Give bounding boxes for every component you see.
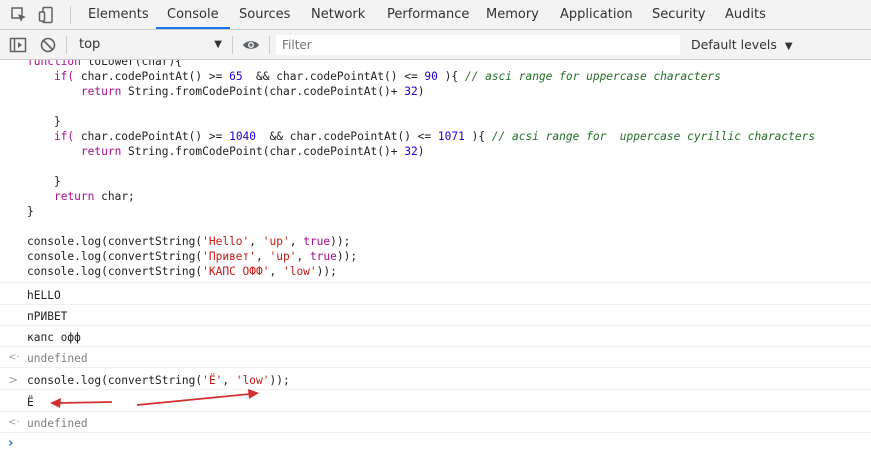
code-line: console.log(convertString('Hello', 'up',… bbox=[27, 235, 351, 248]
tab-sources[interactable]: Sources bbox=[239, 0, 290, 29]
execution-context-select[interactable]: top ▼ bbox=[72, 34, 228, 56]
code-line: console.log(convertString('КАПС ОФФ', 'l… bbox=[27, 265, 337, 278]
chevron-down-icon: ▼ bbox=[784, 41, 793, 52]
log-levels-label: Default levels bbox=[691, 37, 777, 52]
message-divider bbox=[0, 304, 871, 305]
tab-audits[interactable]: Audits bbox=[725, 0, 766, 29]
tab-performance[interactable]: Performance bbox=[387, 0, 469, 29]
clear-console-icon[interactable] bbox=[39, 36, 57, 58]
code-line: function toLower(char){ bbox=[27, 60, 182, 68]
log-output: пРИВЕТ bbox=[27, 310, 68, 323]
tab-elements[interactable]: Elements bbox=[88, 0, 149, 29]
device-toolbar-icon[interactable] bbox=[38, 6, 56, 28]
return-value: undefined bbox=[27, 352, 88, 365]
result-arrow-icon: <· bbox=[8, 352, 20, 363]
devtools-tabbar: Elements Console Sources Network Perform… bbox=[0, 0, 871, 30]
code-line: } bbox=[27, 175, 61, 188]
tab-network[interactable]: Network bbox=[311, 0, 365, 29]
message-divider bbox=[0, 367, 871, 368]
log-output: hELLO bbox=[27, 289, 61, 302]
code-line: return String.fromCodePoint(char.codePoi… bbox=[80, 85, 425, 98]
message-divider bbox=[0, 411, 871, 412]
result-arrow-icon: <· bbox=[8, 417, 20, 428]
code-line: return String.fromCodePoint(char.codePoi… bbox=[80, 145, 425, 158]
code-line: console.log(convertString('Привет', 'up'… bbox=[27, 250, 358, 263]
toolbar-divider bbox=[269, 36, 270, 54]
log-output: Ё bbox=[27, 396, 34, 409]
toolbar-divider bbox=[232, 36, 233, 54]
log-output: капс офф bbox=[27, 331, 81, 344]
filter-input[interactable] bbox=[276, 35, 680, 55]
message-divider bbox=[0, 282, 871, 283]
code-line: if( char.codePointAt() >= 65 && char.cod… bbox=[27, 70, 721, 83]
tab-console[interactable]: Console bbox=[156, 0, 230, 29]
message-divider bbox=[0, 346, 871, 347]
log-levels-dropdown[interactable]: Default levels ▼ bbox=[691, 30, 793, 60]
console-prompt-icon: › bbox=[8, 436, 14, 451]
console-messages: function toLower(char){ if( char.codePoi… bbox=[0, 60, 871, 474]
context-value: top bbox=[79, 37, 101, 52]
live-expression-eye-icon[interactable] bbox=[242, 37, 260, 57]
tab-security[interactable]: Security bbox=[652, 0, 705, 29]
inspect-element-icon[interactable] bbox=[10, 6, 28, 28]
annotation-arrow-right bbox=[136, 389, 259, 406]
message-divider bbox=[0, 325, 871, 326]
code-line: if( char.codePointAt() >= 1040 && char.c… bbox=[27, 130, 816, 143]
toolbar-divider bbox=[66, 36, 67, 54]
show-sidebar-icon[interactable] bbox=[9, 36, 27, 58]
input-prompt-icon: > bbox=[8, 373, 19, 387]
tab-memory[interactable]: Memory bbox=[486, 0, 539, 29]
code-line: } bbox=[27, 205, 34, 218]
console-toolbar: top ▼ Default levels ▼ bbox=[0, 30, 871, 60]
console-input[interactable] bbox=[27, 434, 867, 454]
tabbar-divider bbox=[70, 6, 71, 24]
chevron-down-icon: ▼ bbox=[214, 39, 222, 50]
return-value: undefined bbox=[27, 417, 88, 430]
message-divider bbox=[0, 432, 871, 433]
annotation-arrow-left bbox=[50, 398, 113, 408]
code-line: } bbox=[27, 115, 61, 128]
tab-application[interactable]: Application bbox=[560, 0, 633, 29]
code-line: return char; bbox=[53, 190, 135, 203]
